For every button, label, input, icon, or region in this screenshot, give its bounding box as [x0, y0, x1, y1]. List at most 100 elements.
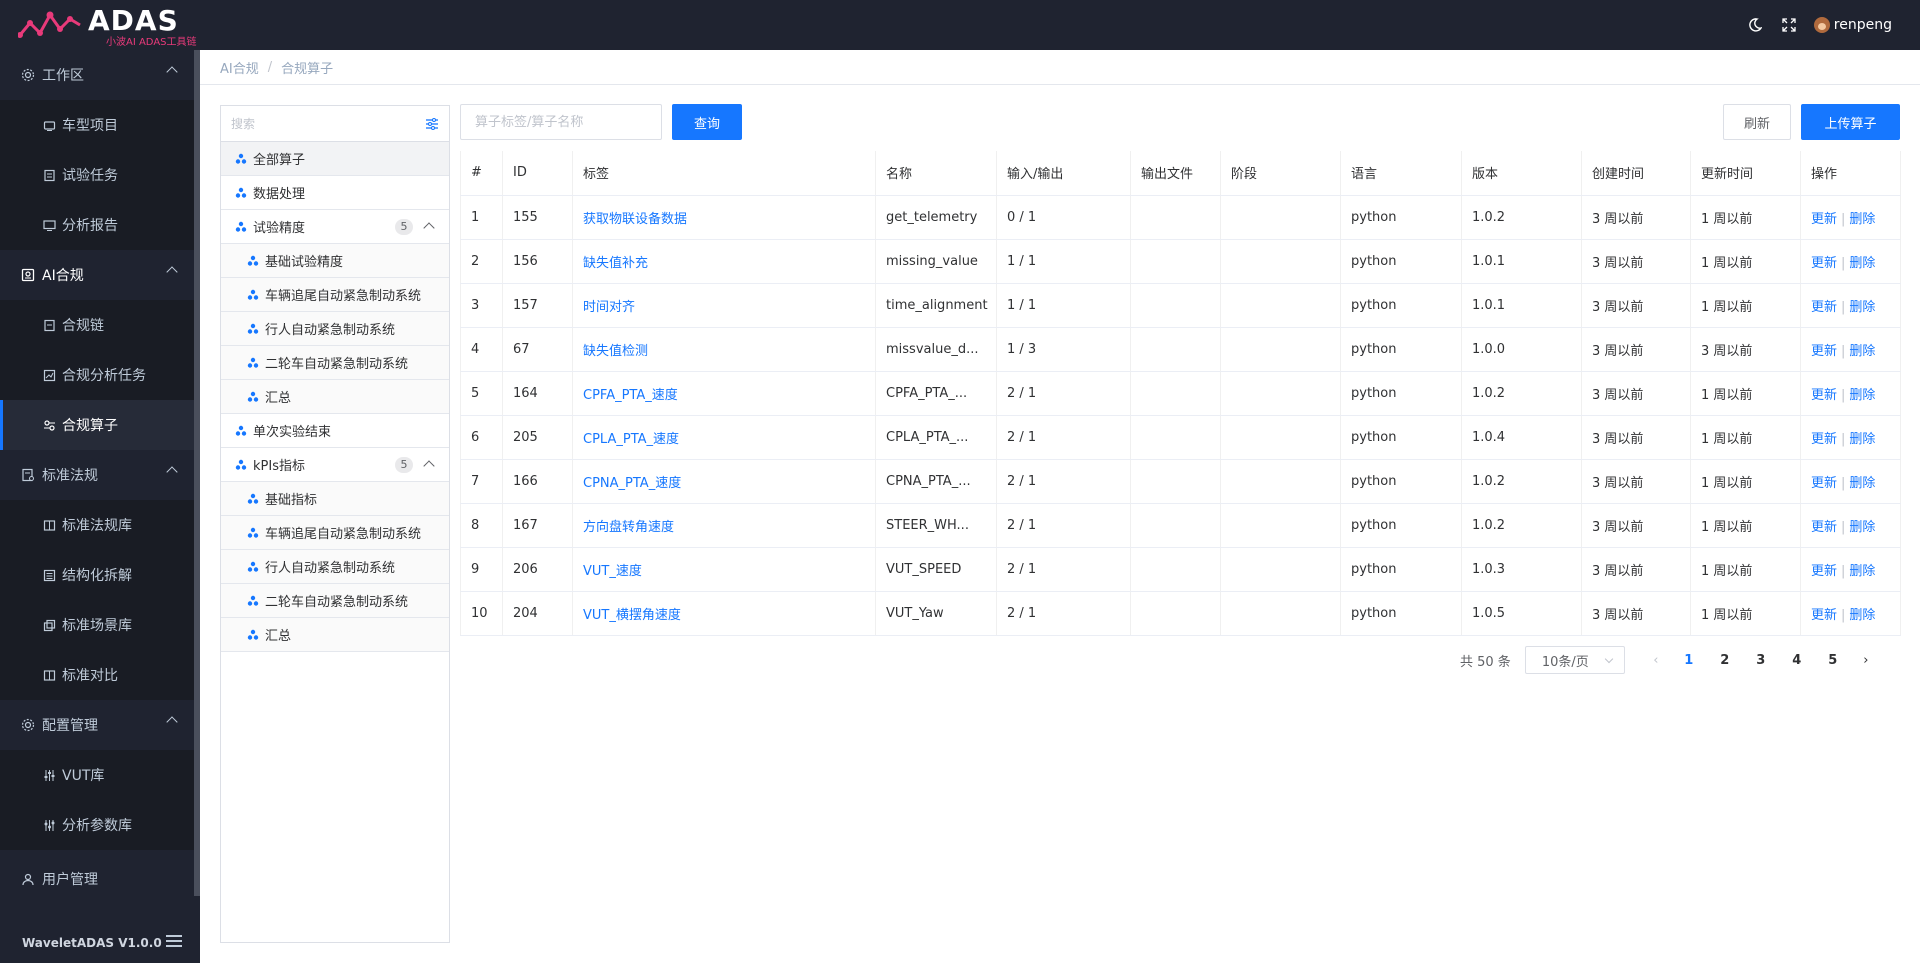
page-number[interactable]: 5: [1815, 646, 1851, 674]
next-page-button[interactable]: ›: [1851, 646, 1881, 674]
delete-link[interactable]: 删除: [1849, 344, 1875, 359]
table-cell: missvalue_d...: [875, 327, 997, 372]
table-cell[interactable]: 缺失值补充: [572, 239, 876, 284]
tree-node[interactable]: 基础试验精度: [221, 244, 449, 278]
update-link[interactable]: 更新: [1811, 256, 1837, 271]
update-link[interactable]: 更新: [1811, 212, 1837, 227]
sidebar-item-analysis-report[interactable]: 分析报告: [0, 200, 200, 250]
menu-group-user-management[interactable]: 用户管理: [0, 856, 200, 901]
filter-icon[interactable]: [425, 117, 439, 131]
update-link[interactable]: 更新: [1811, 300, 1837, 315]
tree-search-input[interactable]: 搜索: [221, 106, 449, 142]
moon-icon[interactable]: [1746, 16, 1764, 34]
sidebar-item-vehicle-project[interactable]: 车型项目: [0, 100, 200, 150]
update-link[interactable]: 更新: [1811, 476, 1837, 491]
sidebar-item-label: 试验任务: [62, 168, 118, 184]
delete-link[interactable]: 删除: [1849, 300, 1875, 315]
cluster-icon: [235, 187, 247, 198]
update-link[interactable]: 更新: [1811, 388, 1837, 403]
table-cell: python: [1340, 591, 1462, 636]
table-cell[interactable]: CPFA_PTA_速度: [572, 371, 876, 416]
table-cell[interactable]: 获取物联设备数据: [572, 195, 876, 240]
sidebar-item-compliance-analysis-task[interactable]: 合规分析任务: [0, 350, 200, 400]
table-cell: 1.0.2: [1461, 503, 1582, 548]
sidebar-item-regulation-library[interactable]: 标准法规库: [0, 500, 200, 550]
menu-fold-icon[interactable]: [166, 935, 182, 949]
update-link[interactable]: 更新: [1811, 520, 1837, 535]
tree-node[interactable]: 二轮车自动紧急制动系统: [221, 346, 449, 380]
table-cell[interactable]: 方向盘转角速度: [572, 503, 876, 548]
cluster-icon: [247, 323, 259, 334]
delete-link[interactable]: 删除: [1849, 432, 1875, 447]
table-cell[interactable]: 缺失值检测: [572, 327, 876, 372]
top-bar: ADAS 小波AI ADAS工具链 renpeng: [0, 0, 1920, 50]
table-cell[interactable]: 时间对齐: [572, 283, 876, 328]
update-link[interactable]: 更新: [1811, 564, 1837, 579]
delete-link[interactable]: 删除: [1849, 212, 1875, 227]
refresh-button[interactable]: 刷新: [1723, 104, 1791, 140]
sidebar-item-regulation-compare[interactable]: 标准对比: [0, 650, 200, 700]
delete-link[interactable]: 删除: [1849, 608, 1875, 623]
tree-node[interactable]: 行人自动紧急制动系统: [221, 312, 449, 346]
menu-group-workspace[interactable]: 工作区: [0, 50, 200, 100]
cluster-icon: [247, 629, 259, 640]
operator-search-input[interactable]: [460, 104, 662, 140]
category-tree-panel: 搜索 全部算子数据处理试验精度 5 基础试验精度 车辆追尾自动紧急制动系统 行人自动紧急…: [220, 105, 450, 943]
page-size-select[interactable]: 10条/页: [1524, 646, 1625, 674]
update-link[interactable]: 更新: [1811, 344, 1837, 359]
logo-wave-icon: [18, 11, 81, 38]
table-cell[interactable]: VUT_速度: [572, 547, 876, 592]
tree-node[interactable]: 汇总: [221, 618, 449, 652]
sidebar-item-compliance-operator[interactable]: 合规算子: [0, 400, 200, 450]
table-cell[interactable]: CPLA_PTA_速度: [572, 415, 876, 460]
page-number[interactable]: 4: [1779, 646, 1815, 674]
page-number[interactable]: 1: [1671, 646, 1707, 674]
sidebar-item-analysis-params[interactable]: 分析参数库: [0, 800, 200, 850]
tree-node[interactable]: 数据处理: [221, 176, 449, 210]
menu-group-config[interactable]: 配置管理: [0, 700, 200, 750]
tree-node[interactable]: 试验精度 5: [221, 210, 449, 244]
table-cell[interactable]: CPNA_PTA_速度: [572, 459, 876, 504]
update-link[interactable]: 更新: [1811, 608, 1837, 623]
tree-node[interactable]: 车辆追尾自动紧急制动系统: [221, 516, 449, 550]
sidebar-item-vut-library[interactable]: VUT库: [0, 750, 200, 800]
user-menu[interactable]: renpeng: [1813, 17, 1892, 33]
delete-link[interactable]: 删除: [1849, 388, 1875, 403]
table-cell: 67: [502, 327, 573, 372]
delete-link[interactable]: 删除: [1849, 256, 1875, 271]
table-cell[interactable]: VUT_横摆角速度: [572, 591, 876, 636]
sidebar-item-structured-breakdown[interactable]: 结构化拆解: [0, 550, 200, 600]
chevron-up-icon[interactable]: [423, 460, 435, 472]
delete-link[interactable]: 删除: [1849, 520, 1875, 535]
action-separator: |: [1841, 431, 1846, 447]
page-number[interactable]: 2: [1707, 646, 1743, 674]
upload-operator-button[interactable]: 上传算子: [1801, 104, 1900, 140]
action-separator: |: [1841, 607, 1846, 623]
tree-node[interactable]: 全部算子: [221, 142, 449, 176]
sidebar-item-scene-library[interactable]: 标准场景库: [0, 600, 200, 650]
table-cell: 1.0.2: [1461, 459, 1582, 504]
tree-node[interactable]: 车辆追尾自动紧急制动系统: [221, 278, 449, 312]
menu-group-regulations[interactable]: 标准法规: [0, 450, 200, 500]
update-link[interactable]: 更新: [1811, 432, 1837, 447]
delete-link[interactable]: 删除: [1849, 476, 1875, 491]
table-cell: 1.0.2: [1461, 195, 1582, 240]
tree-node[interactable]: 行人自动紧急制动系统: [221, 550, 449, 584]
query-button[interactable]: 查询: [672, 104, 742, 140]
tree-node[interactable]: 基础指标: [221, 482, 449, 516]
tree-node[interactable]: 二轮车自动紧急制动系统: [221, 584, 449, 618]
tree-node[interactable]: 单次实验结束: [221, 414, 449, 448]
chevron-up-icon[interactable]: [423, 222, 435, 234]
table-cell: python: [1340, 327, 1462, 372]
breadcrumb-item[interactable]: AI合规: [220, 58, 259, 77]
tree-node-label: 数据处理: [253, 187, 306, 202]
prev-page-button[interactable]: ‹: [1641, 646, 1671, 674]
sidebar-item-test-task[interactable]: 试验任务: [0, 150, 200, 200]
sidebar-item-compliance-chain[interactable]: 合规链: [0, 300, 200, 350]
tree-node[interactable]: kPIs指标 5: [221, 448, 449, 482]
page-number[interactable]: 3: [1743, 646, 1779, 674]
tree-node[interactable]: 汇总: [221, 380, 449, 414]
menu-group-ai-compliance[interactable]: AI合规: [0, 250, 200, 300]
fullscreen-icon[interactable]: [1780, 16, 1798, 34]
delete-link[interactable]: 删除: [1849, 564, 1875, 579]
